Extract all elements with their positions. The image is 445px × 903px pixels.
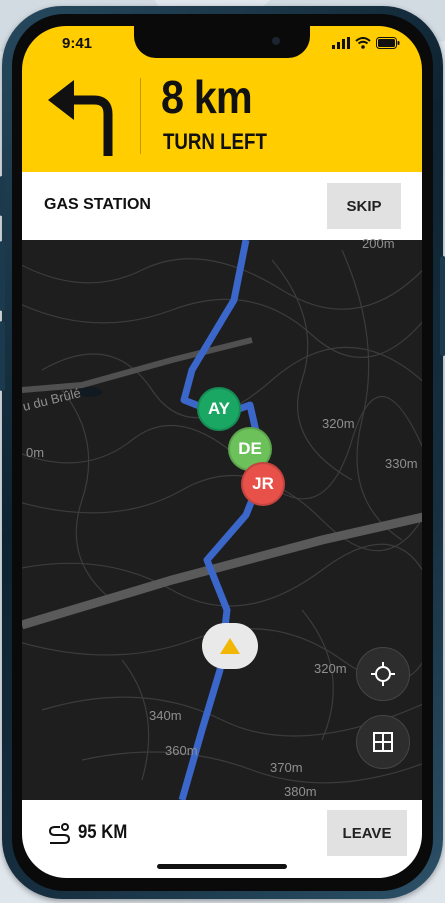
map-layers-button[interactable] (356, 715, 410, 769)
wifi-icon (355, 37, 371, 49)
notch (134, 26, 310, 58)
contour-label: 320m (322, 416, 355, 431)
route-line (178, 240, 262, 800)
turn-instruction: TURN LEFT (163, 129, 267, 154)
member-avatar-ay[interactable]: AY (197, 387, 241, 431)
member-avatar-jr[interactable]: JR (241, 462, 285, 506)
total-distance: 95 KM (78, 822, 128, 843)
waypoint-bar: GAS STATION SKIP (22, 172, 422, 240)
header-divider (140, 78, 141, 154)
main-road (22, 512, 422, 630)
waypoint-name: GAS STATION (44, 196, 151, 213)
volume-down-button (0, 321, 5, 391)
contour-label: 0m (26, 445, 45, 460)
water-spot (78, 387, 102, 397)
grid-icon (373, 732, 393, 752)
status-time: 9:41 (62, 35, 93, 52)
mute-switch (0, 176, 5, 216)
next-turn-distance: 8 km (161, 71, 253, 123)
recenter-button[interactable] (356, 647, 410, 701)
contour-label: 360m (165, 743, 198, 758)
front-camera (272, 37, 280, 45)
volume-up-button (0, 241, 5, 311)
current-position-marker (202, 623, 258, 669)
contour-label: 370m (270, 760, 303, 775)
turn-left-arrow-icon (48, 80, 113, 156)
skip-button[interactable]: SKIP (327, 183, 401, 229)
map-canvas (22, 240, 422, 800)
power-button (440, 256, 445, 356)
contour-label: 320m (314, 661, 347, 676)
contour-label: 200m (362, 236, 395, 251)
contour-label: 330m (385, 456, 418, 471)
screen: 9:41 8 km TURN LEFT GAS STATION SKIP u d… (22, 26, 422, 878)
crosshair-icon (371, 662, 395, 686)
leave-button[interactable]: LEAVE (327, 810, 407, 856)
map-view[interactable]: u du Brûlé 200m 320m 330m 0m 320m 340m 3… (22, 236, 422, 800)
status-icons (332, 37, 400, 49)
phone-frame: 9:41 8 km TURN LEFT GAS STATION SKIP u d… (0, 6, 445, 899)
route-icon (48, 823, 71, 844)
navigation-arrow-icon (220, 638, 240, 654)
home-indicator[interactable] (157, 864, 287, 869)
contour-label: 340m (149, 708, 182, 723)
secondary-road (22, 337, 253, 393)
battery-icon (376, 37, 400, 49)
contour-lines (22, 249, 422, 784)
contour-label: 380m (284, 784, 317, 799)
signal-icon (332, 37, 350, 49)
